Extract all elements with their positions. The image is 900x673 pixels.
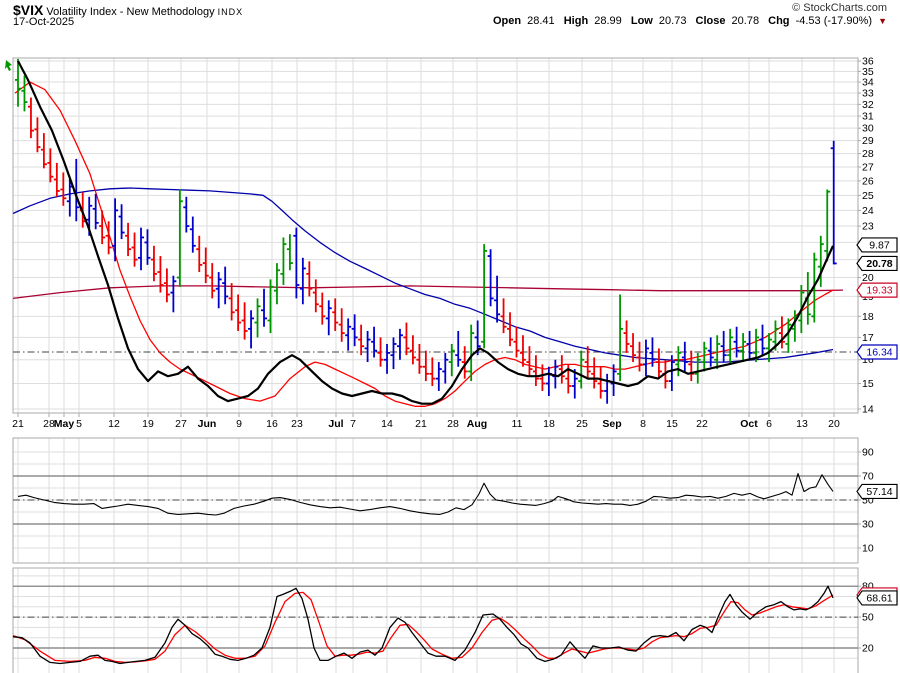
chart-date: 17-Oct-2025 xyxy=(13,16,74,28)
svg-text:33: 33 xyxy=(862,88,874,100)
svg-text:Sep: Sep xyxy=(602,418,621,430)
svg-text:30: 30 xyxy=(862,519,874,531)
low-value: 20.73 xyxy=(659,15,687,27)
price-label-16.34: 16.34 xyxy=(857,345,897,359)
stoch-panel-osc: 80502068.61 xyxy=(13,568,897,673)
cursor-icon xyxy=(5,60,12,71)
svg-text:31: 31 xyxy=(862,111,874,123)
high-label: High xyxy=(564,15,588,27)
close-value: 20.78 xyxy=(732,15,760,27)
svg-text:20.78: 20.78 xyxy=(866,258,892,270)
close-label: Close xyxy=(696,15,726,27)
svg-text:30: 30 xyxy=(862,123,874,135)
svg-text:50: 50 xyxy=(862,612,874,624)
svg-text:Jun: Jun xyxy=(198,418,217,430)
open-value: 28.41 xyxy=(527,15,555,27)
svg-text:20: 20 xyxy=(828,418,840,430)
svg-text:68.61: 68.61 xyxy=(866,593,892,605)
svg-text:21: 21 xyxy=(12,418,24,430)
exchange-label: INDX xyxy=(218,7,244,17)
vix-chart-svg: 3635343332313029282726252423222120191817… xyxy=(0,28,900,673)
svg-text:32: 32 xyxy=(862,99,874,111)
svg-text:13: 13 xyxy=(796,418,808,430)
svg-text:28: 28 xyxy=(447,418,459,430)
svg-text:28: 28 xyxy=(862,148,874,160)
svg-text:15: 15 xyxy=(666,418,678,430)
x-axis-labels-top: 2128May5121927Jun91623Jul7142128Aug11182… xyxy=(12,413,840,430)
svg-text:70: 70 xyxy=(862,471,874,483)
svg-text:21: 21 xyxy=(415,418,427,430)
svg-text:6: 6 xyxy=(766,418,772,430)
svg-text:15: 15 xyxy=(862,378,874,390)
svg-text:27: 27 xyxy=(175,418,187,430)
svg-text:23: 23 xyxy=(862,221,874,233)
chg-value: -4.53 (-17.90%) xyxy=(796,15,872,27)
quote-line: Open 28.41 High 28.99 Low 20.73 Close 20… xyxy=(493,15,887,27)
high-value: 28.99 xyxy=(594,15,622,27)
chart-header: $VIX Volatility Index - New Methodology … xyxy=(13,2,887,30)
svg-text:11: 11 xyxy=(512,418,523,430)
rsi-line xyxy=(18,474,833,515)
svg-text:29: 29 xyxy=(862,135,874,147)
svg-text:14: 14 xyxy=(381,418,393,430)
svg-text:5: 5 xyxy=(76,418,82,430)
svg-text:9: 9 xyxy=(236,418,242,430)
chg-label: Chg xyxy=(768,15,789,27)
open-label: Open xyxy=(493,15,521,27)
svg-text:8: 8 xyxy=(640,418,646,430)
svg-text:22: 22 xyxy=(696,418,708,430)
svg-text:19: 19 xyxy=(142,418,154,430)
svg-text:14: 14 xyxy=(862,403,874,415)
svg-text:26: 26 xyxy=(862,175,874,187)
svg-text:17: 17 xyxy=(862,332,874,344)
svg-text:10: 10 xyxy=(862,543,874,555)
svg-text:Oct: Oct xyxy=(740,418,758,430)
svg-text:24: 24 xyxy=(862,205,874,217)
svg-text:Jul: Jul xyxy=(328,418,343,430)
svg-text:May: May xyxy=(54,418,75,430)
svg-text:Aug: Aug xyxy=(467,418,487,430)
svg-text:16.34: 16.34 xyxy=(866,347,892,359)
svg-text:20: 20 xyxy=(862,643,874,655)
copyright: © StockCharts.com xyxy=(792,2,887,14)
svg-text:18: 18 xyxy=(862,311,874,323)
svg-text:9.87: 9.87 xyxy=(869,240,890,252)
low-label: Low xyxy=(631,15,653,27)
blue-slow-ma xyxy=(13,188,833,362)
price-panel: 3635343332313029282726252423222120191817… xyxy=(5,56,897,416)
price-overlays xyxy=(13,82,843,406)
svg-text:57.14: 57.14 xyxy=(866,486,892,498)
price-label-19.33: 19.33 xyxy=(857,283,897,297)
vix-chart-page: $VIX Volatility Index - New Methodology … xyxy=(0,0,900,673)
svg-text:12: 12 xyxy=(108,418,120,430)
svg-text:20: 20 xyxy=(862,272,874,284)
svg-text:16: 16 xyxy=(266,418,278,430)
stoch-k-line xyxy=(13,586,833,663)
price-label-9.87: 9.87 xyxy=(857,238,897,252)
svg-text:19.33: 19.33 xyxy=(866,285,892,297)
svg-text:90: 90 xyxy=(862,447,874,459)
svg-text:23: 23 xyxy=(291,418,303,430)
svg-text:27: 27 xyxy=(862,161,874,173)
rsi-panel-osc: 907050301057.14 xyxy=(13,438,897,563)
rsi-panel-osc-label-57.14: 57.14 xyxy=(857,484,897,498)
svg-text:25: 25 xyxy=(576,418,588,430)
stoch-panel-osc-label-68.61: 68.61 xyxy=(857,591,897,605)
svg-text:7: 7 xyxy=(350,418,356,430)
chg-down-arrow-icon: ▼ xyxy=(878,16,887,26)
svg-text:25: 25 xyxy=(862,190,874,202)
svg-text:18: 18 xyxy=(543,418,555,430)
price-label-20.78: 20.78 xyxy=(857,256,897,270)
